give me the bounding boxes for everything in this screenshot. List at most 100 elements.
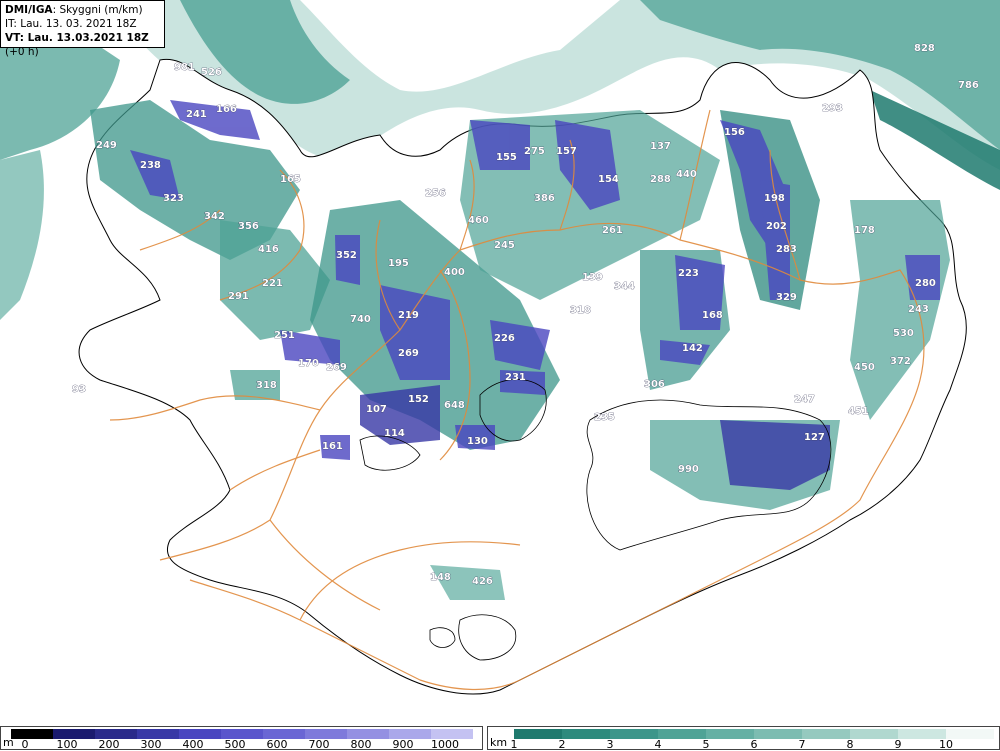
value-label: 400 bbox=[444, 267, 465, 278]
legend-tick-label: 400 bbox=[182, 738, 204, 751]
value-label: 247 bbox=[794, 394, 815, 405]
legend-tick-label: 700 bbox=[308, 738, 330, 751]
forecast-info-box: DMI/IGA: Skyggni (m/km) IT: Lau. 13. 03.… bbox=[0, 0, 165, 58]
value-label: 165 bbox=[280, 174, 301, 185]
legend-km: km 1 2 3 4 5 6 7 8 9 10 bbox=[487, 726, 1000, 751]
value-label: 648 bbox=[444, 400, 465, 411]
value-label: 275 bbox=[524, 146, 545, 157]
legend-tick-label: 3 bbox=[606, 738, 614, 751]
legend-tick-label: 300 bbox=[140, 738, 162, 751]
value-label: 139 bbox=[582, 272, 603, 283]
value-label: 740 bbox=[350, 314, 371, 325]
value-label: 198 bbox=[764, 193, 785, 204]
value-label: 440 bbox=[676, 169, 697, 180]
value-label: 243 bbox=[908, 304, 929, 315]
value-label: 451 bbox=[848, 406, 869, 417]
initial-time: IT: Lau. 13. 03. 2021 18Z bbox=[5, 18, 137, 30]
legend-tick-label: 500 bbox=[224, 738, 246, 751]
value-label: 342 bbox=[204, 211, 225, 222]
legend-meters: m 0 100 200 300 400 500 600 700 800 900 1000 bbox=[0, 726, 483, 751]
legend-tick-label: 800 bbox=[350, 738, 372, 751]
value-label: 93 bbox=[72, 384, 86, 395]
value-label: 352 bbox=[336, 250, 357, 261]
legend-meters-labels: 0 100 200 300 400 500 600 700 800 900 1000 bbox=[1, 738, 482, 751]
legend-tick-label: 2 bbox=[558, 738, 566, 751]
value-label: 280 bbox=[915, 278, 936, 289]
value-label: 372 bbox=[890, 356, 911, 367]
value-label: 154 bbox=[598, 174, 619, 185]
value-label: 786 bbox=[958, 80, 979, 91]
value-label: 137 bbox=[650, 141, 671, 152]
value-label: 219 bbox=[398, 310, 419, 321]
value-label: 226 bbox=[494, 333, 515, 344]
value-label: 157 bbox=[556, 146, 577, 157]
value-label: 306 bbox=[644, 379, 665, 390]
value-label: 107 bbox=[366, 404, 387, 415]
value-label: 318 bbox=[256, 380, 277, 391]
value-label: 416 bbox=[258, 244, 279, 255]
value-label: 155 bbox=[496, 152, 517, 163]
value-label: 195 bbox=[388, 258, 409, 269]
value-label: 293 bbox=[822, 103, 843, 114]
value-label: 130 bbox=[467, 436, 488, 447]
legend-tick-label: 200 bbox=[98, 738, 120, 751]
value-label: 269 bbox=[398, 348, 419, 359]
value-label: 251 bbox=[274, 330, 295, 341]
legend-tick-label: 10 bbox=[939, 738, 953, 751]
legend-tick-label: 600 bbox=[266, 738, 288, 751]
value-label: 170 bbox=[298, 358, 319, 369]
legend-tick-label: 900 bbox=[392, 738, 414, 751]
value-label: 142 bbox=[682, 343, 703, 354]
value-label: 386 bbox=[534, 193, 555, 204]
value-label: 981 bbox=[174, 62, 195, 73]
value-label: 526 bbox=[201, 67, 222, 78]
legend-tick-label: 7 bbox=[798, 738, 806, 751]
value-label: 261 bbox=[602, 225, 623, 236]
value-label: 238 bbox=[140, 160, 161, 171]
value-label: 450 bbox=[854, 362, 875, 373]
valid-time: VT: Lau. 13.03.2021 18Z bbox=[5, 32, 149, 44]
legend-tick-label: 4 bbox=[654, 738, 662, 751]
value-label: 161 bbox=[322, 441, 343, 452]
value-label: 241 bbox=[186, 109, 207, 120]
value-label: 249 bbox=[96, 140, 117, 151]
value-label: 202 bbox=[766, 221, 787, 232]
value-label: 283 bbox=[776, 244, 797, 255]
value-label: 828 bbox=[914, 43, 935, 54]
legend-tick-label: 1000 bbox=[431, 738, 459, 751]
value-label: 166 bbox=[216, 104, 237, 115]
legend-tick-label: 100 bbox=[56, 738, 78, 751]
value-label: 329 bbox=[776, 292, 797, 303]
value-label: 460 bbox=[468, 215, 489, 226]
value-label: 245 bbox=[494, 240, 515, 251]
value-label: 344 bbox=[614, 281, 635, 292]
value-label: 178 bbox=[854, 225, 875, 236]
lead-time: (+0 h) bbox=[5, 46, 39, 58]
parameter-label: Skyggni (m/km) bbox=[59, 4, 143, 16]
legend-tick-label: 8 bbox=[846, 738, 854, 751]
legend-tick-label: 9 bbox=[894, 738, 902, 751]
value-label: 990 bbox=[678, 464, 699, 475]
visibility-map: 981 526 241 166 249 238 323 165 342 356 … bbox=[0, 0, 1000, 695]
legend-tick-label: 1 bbox=[510, 738, 518, 751]
value-label: 231 bbox=[505, 372, 526, 383]
legend-tick-label: 6 bbox=[750, 738, 758, 751]
value-label: 426 bbox=[472, 576, 493, 587]
map-title: DMI/IGA: Skyggni (m/km) bbox=[5, 4, 143, 16]
value-label: 256 bbox=[425, 188, 446, 199]
legend-tick-label: 0 bbox=[21, 738, 29, 751]
value-label: 235 bbox=[594, 412, 615, 423]
value-label: 318 bbox=[570, 305, 591, 316]
valid-time-row: VT: Lau. 13.03.2021 18Z (+0 h) bbox=[5, 31, 160, 59]
value-label: 530 bbox=[893, 328, 914, 339]
value-label: 291 bbox=[228, 291, 249, 302]
value-label: 148 bbox=[430, 572, 451, 583]
value-label: 127 bbox=[804, 432, 825, 443]
value-label: 269 bbox=[326, 362, 347, 373]
legend-tick-label: 5 bbox=[702, 738, 710, 751]
source-label: DMI/IGA bbox=[5, 4, 53, 16]
value-label: 288 bbox=[650, 174, 671, 185]
value-label: 152 bbox=[408, 394, 429, 405]
value-label: 356 bbox=[238, 221, 259, 232]
legend-km-labels: 1 2 3 4 5 6 7 8 9 10 bbox=[488, 738, 999, 751]
